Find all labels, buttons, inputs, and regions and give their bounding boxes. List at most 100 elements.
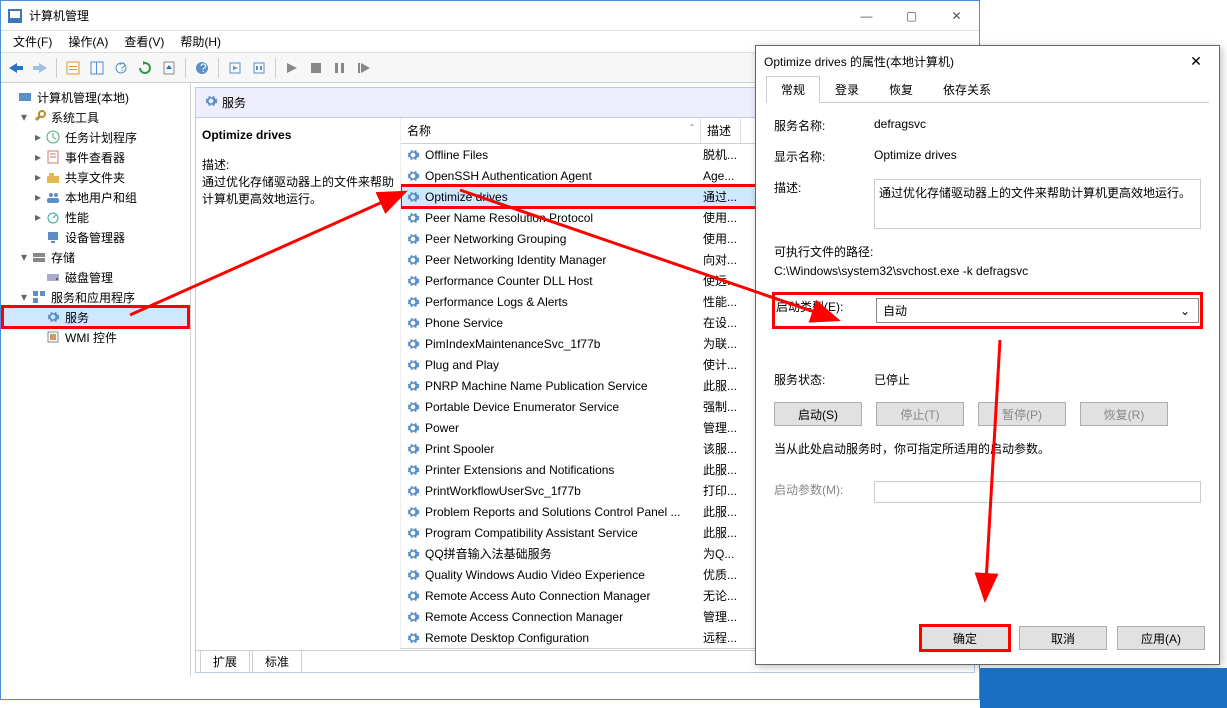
service-desc: 强制... (703, 398, 737, 415)
service-desc: 该服... (703, 440, 737, 457)
tree-item[interactable]: ▾服务和应用程序 (3, 287, 188, 307)
service-desc: 此服... (703, 524, 737, 541)
col-name[interactable]: 名称ˆ (401, 118, 701, 143)
tree-root[interactable]: 计算机管理(本地) (3, 87, 188, 107)
toolbar-btn-b[interactable] (248, 57, 270, 79)
close-button[interactable]: ✕ (934, 1, 979, 31)
display-name-value: Optimize drives (874, 148, 1201, 162)
start-params-label: 启动参数(M): (774, 481, 874, 498)
gear-icon (405, 189, 421, 205)
tree-item[interactable]: ▸共享文件夹 (3, 167, 188, 187)
col-desc[interactable]: 描述 (701, 118, 741, 143)
tree-item[interactable]: 设备管理器 (3, 227, 188, 247)
menu-help[interactable]: 帮助(H) (172, 31, 229, 52)
gear-icon (405, 378, 421, 394)
restart-button[interactable] (353, 57, 375, 79)
service-name: Power (425, 421, 703, 435)
ok-button[interactable]: 确定 (921, 626, 1009, 650)
pause-button-dlg[interactable]: 暂停(P) (978, 402, 1066, 426)
share-icon (45, 169, 61, 185)
description-label: 描述: (774, 179, 874, 196)
gear-icon (405, 294, 421, 310)
cancel-button[interactable]: 取消 (1019, 626, 1107, 650)
service-name: PNRP Machine Name Publication Service (425, 379, 703, 393)
tree-item[interactable]: ▾存储 (3, 247, 188, 267)
service-name: Performance Counter DLL Host (425, 274, 703, 288)
dialog-titlebar: Optimize drives 的属性(本地计算机) ✕ (756, 46, 1219, 76)
tree-item-label: 磁盘管理 (65, 269, 113, 286)
pause-button[interactable] (329, 57, 351, 79)
service-name: Program Compatibility Assistant Service (425, 526, 703, 540)
tab-recovery[interactable]: 恢复 (874, 76, 928, 103)
play-button[interactable] (281, 57, 303, 79)
service-desc: 在设... (703, 314, 737, 331)
gear-icon (405, 336, 421, 352)
service-name: Portable Device Enumerator Service (425, 400, 703, 414)
service-desc: 使远... (703, 272, 737, 289)
refresh-button[interactable] (134, 57, 156, 79)
toolbar-btn-2[interactable] (86, 57, 108, 79)
maximize-button[interactable]: ▢ (889, 1, 934, 31)
menu-file[interactable]: 文件(F) (5, 31, 60, 52)
tree-root-label: 计算机管理(本地) (37, 89, 129, 106)
nav-tree[interactable]: 计算机管理(本地) ▾系统工具▸任务计划程序▸事件查看器▸共享文件夹▸本地用户和… (1, 83, 191, 677)
tree-item[interactable]: 磁盘管理 (3, 267, 188, 287)
service-status-value: 已停止 (874, 371, 1201, 388)
tree-item[interactable]: ▸任务计划程序 (3, 127, 188, 147)
toolbar-btn-1[interactable] (62, 57, 84, 79)
description-pane: Optimize drives 描述: 通过优化存储驱动器上的文件来帮助计算机更… (196, 118, 401, 650)
storage-icon (31, 249, 47, 265)
start-button[interactable]: 启动(S) (774, 402, 862, 426)
tree-item[interactable]: ▸性能 (3, 207, 188, 227)
description-box[interactable]: 通过优化存储驱动器上的文件来帮助计算机更高效地运行。 (874, 179, 1201, 229)
export-button[interactable] (158, 57, 180, 79)
service-desc: 此服... (703, 503, 737, 520)
app-icon (7, 8, 23, 24)
tab-logon[interactable]: 登录 (820, 76, 874, 103)
tab-standard[interactable]: 标准 (252, 650, 302, 672)
nav-back-button[interactable] (5, 57, 27, 79)
gear-icon (405, 147, 421, 163)
gear-icon (405, 168, 421, 184)
startup-type-combo[interactable]: 自动 (876, 298, 1199, 323)
tab-extended[interactable]: 扩展 (200, 650, 250, 672)
minimize-button[interactable]: — (844, 1, 889, 31)
service-name: Remote Access Auto Connection Manager (425, 589, 703, 603)
resume-button-dlg[interactable]: 恢复(R) (1080, 402, 1168, 426)
tree-item-label: 设备管理器 (65, 229, 125, 246)
nav-forward-button[interactable] (29, 57, 51, 79)
wrench-icon (31, 109, 47, 125)
service-name: Remote Desktop Configuration (425, 631, 703, 645)
service-name: Printer Extensions and Notifications (425, 463, 703, 477)
help-button[interactable]: ? (191, 57, 213, 79)
menu-view[interactable]: 查看(V) (116, 31, 172, 52)
toolbar-btn-3[interactable]: ? (110, 57, 132, 79)
tab-general[interactable]: 常规 (766, 76, 820, 103)
service-desc: 使用... (703, 209, 737, 226)
tree-item[interactable]: WMI 控件 (3, 327, 188, 347)
tab-dependencies[interactable]: 依存关系 (928, 76, 1006, 103)
apply-button[interactable]: 应用(A) (1117, 626, 1205, 650)
stop-button[interactable] (305, 57, 327, 79)
service-desc: 管理... (703, 419, 737, 436)
service-properties-dialog: Optimize drives 的属性(本地计算机) ✕ 常规 登录 恢复 依存… (755, 45, 1220, 665)
stop-button-dlg[interactable]: 停止(T) (876, 402, 964, 426)
service-desc: 性能... (703, 293, 737, 310)
menu-action[interactable]: 操作(A) (60, 31, 116, 52)
service-desc: 向对... (703, 251, 737, 268)
gear-icon (405, 609, 421, 625)
detail-header-label: 服务 (222, 94, 246, 111)
display-name-label: 显示名称: (774, 148, 874, 165)
tree-item-label: 服务 (65, 309, 89, 326)
service-name: Peer Networking Grouping (425, 232, 703, 246)
toolbar-btn-a[interactable] (224, 57, 246, 79)
dialog-close-button[interactable]: ✕ (1181, 53, 1211, 70)
gear-icon (405, 483, 421, 499)
gear-icon (405, 441, 421, 457)
tree-item[interactable]: ▸事件查看器 (3, 147, 188, 167)
tree-item[interactable]: ▾系统工具 (3, 107, 188, 127)
tree-item[interactable]: ▸本地用户和组 (3, 187, 188, 207)
tree-item-label: 服务和应用程序 (51, 289, 135, 306)
tree-item[interactable]: 服务 (3, 307, 188, 327)
tree-item-label: 存储 (51, 249, 75, 266)
